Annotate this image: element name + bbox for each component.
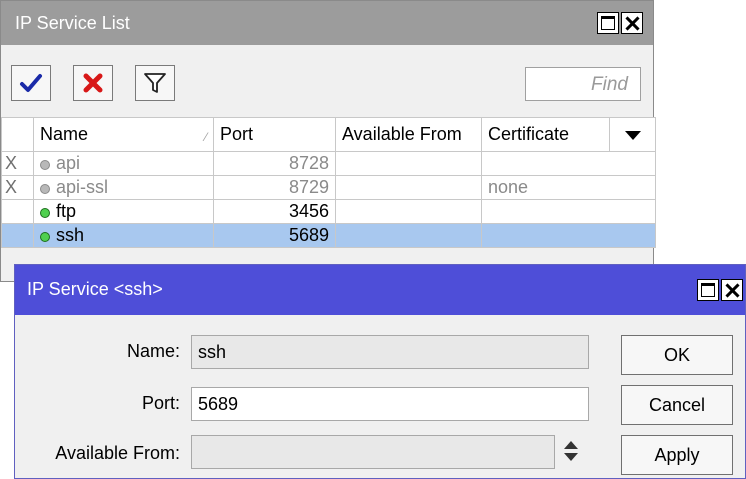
port-label: Port: — [141, 393, 180, 413]
disable-button[interactable] — [73, 65, 113, 101]
disabled-status-icon — [40, 184, 50, 194]
row-name-cell: ftp — [33, 199, 214, 224]
disabled-status-icon — [40, 160, 50, 170]
row-name: api — [56, 153, 81, 173]
funnel-icon — [144, 73, 166, 93]
enabled-status-icon — [40, 232, 50, 242]
row-name-cell: ssh — [33, 223, 214, 248]
row-port: 3456 — [213, 199, 336, 224]
row-port: 8728 — [213, 151, 336, 176]
name-label: Name: — [126, 341, 180, 361]
updown-arrows-icon[interactable] — [563, 439, 579, 465]
row-available-from — [335, 151, 482, 176]
row-certificate — [481, 223, 656, 248]
dropdown-triangle-icon — [624, 131, 641, 140]
row-flag — [1, 223, 34, 248]
row-available-from — [335, 199, 482, 224]
maximize-icon[interactable] — [597, 12, 619, 34]
available-from-field[interactable] — [191, 435, 555, 469]
maximize-icon[interactable] — [697, 279, 719, 301]
dialog-title: IP Service <ssh> — [27, 279, 163, 299]
ip-service-list-window: IP Service List Find Name ⁄ Port Availab… — [0, 0, 656, 282]
apply-button[interactable]: Apply — [621, 435, 733, 475]
list-window-title: IP Service List — [15, 13, 130, 33]
row-flag: X — [1, 151, 34, 176]
table-row-selected[interactable]: ssh 5689 — [1, 223, 656, 248]
row-flag: X — [1, 175, 34, 200]
column-header-flag[interactable] — [1, 117, 34, 152]
checkmark-icon — [20, 74, 42, 92]
filter-button[interactable] — [135, 65, 175, 101]
row-certificate — [481, 151, 656, 176]
row-available-from — [335, 175, 482, 200]
table-row[interactable]: X api 8728 — [1, 151, 656, 176]
column-header-available-from[interactable]: Available From — [335, 117, 482, 152]
list-toolbar: Find — [1, 45, 653, 117]
row-name-cell: api — [33, 151, 214, 176]
row-port: 8729 — [213, 175, 336, 200]
row-name: api-ssl — [56, 177, 109, 197]
dialog-titlebar[interactable]: IP Service <ssh> — [15, 265, 745, 315]
row-certificate — [481, 199, 656, 224]
available-from-label: Available From: — [55, 443, 180, 463]
column-header-name-label: Name — [40, 124, 89, 144]
row-name: ssh — [56, 225, 85, 245]
row-available-from — [335, 223, 482, 248]
column-header-name[interactable]: Name ⁄ — [33, 117, 214, 152]
sort-ascending-icon: ⁄ — [204, 130, 207, 144]
table-row[interactable]: X api-ssl 8729 none — [1, 175, 656, 200]
table-header-row: Name ⁄ Port Available From Certificate — [1, 117, 656, 152]
column-header-certificate[interactable]: Certificate — [481, 117, 610, 152]
row-flag — [1, 199, 34, 224]
port-field[interactable]: 5689 — [191, 387, 589, 421]
column-menu-dropdown[interactable] — [609, 117, 656, 152]
red-x-icon — [83, 73, 103, 93]
table-row[interactable]: ftp 3456 — [1, 199, 656, 224]
row-name: ftp — [56, 201, 77, 221]
ok-button[interactable]: OK — [621, 335, 733, 375]
close-icon[interactable] — [621, 12, 643, 34]
enable-button[interactable] — [11, 65, 51, 101]
service-table: Name ⁄ Port Available From Certificate X… — [1, 117, 656, 248]
list-titlebar[interactable]: IP Service List — [1, 1, 653, 45]
row-name-cell: api-ssl — [33, 175, 214, 200]
row-port: 5689 — [213, 223, 336, 248]
cancel-button[interactable]: Cancel — [621, 385, 733, 425]
column-header-port[interactable]: Port — [213, 117, 336, 152]
close-icon[interactable] — [721, 279, 743, 301]
row-certificate: none — [481, 175, 656, 200]
enabled-status-icon — [40, 208, 50, 218]
ip-service-dialog: IP Service <ssh> Name: ssh Port: 5689 Av… — [14, 264, 746, 479]
name-field[interactable]: ssh — [191, 335, 589, 369]
find-input[interactable]: Find — [525, 67, 641, 101]
